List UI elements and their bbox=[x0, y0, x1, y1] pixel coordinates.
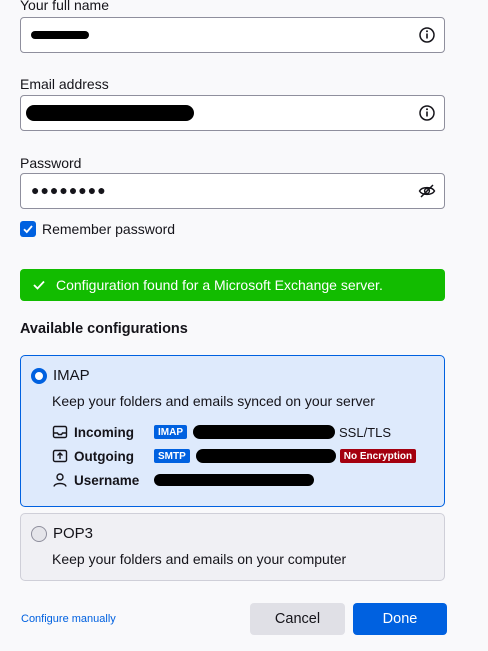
full-name-input[interactable] bbox=[20, 17, 445, 53]
done-button[interactable]: Done bbox=[353, 603, 447, 635]
redacted-incoming-server bbox=[193, 425, 335, 439]
account-setup-form: Your full name Email address Password ●●… bbox=[0, 0, 488, 651]
outgoing-protocol-badge: SMTP bbox=[154, 449, 190, 463]
full-name-label: Your full name bbox=[20, 0, 109, 13]
inbox-icon bbox=[52, 425, 68, 439]
cancel-button[interactable]: Cancel bbox=[250, 603, 345, 635]
incoming-security: SSL/TLS bbox=[339, 424, 392, 440]
outbox-icon bbox=[52, 449, 68, 463]
remember-password-checkbox[interactable] bbox=[20, 221, 36, 237]
config-option-imap[interactable]: IMAP Keep your folders and emails synced… bbox=[20, 355, 445, 507]
status-success-bar: Configuration found for a Microsoft Exch… bbox=[20, 269, 445, 301]
incoming-protocol-badge: IMAP bbox=[154, 425, 187, 439]
incoming-row: Incoming IMAP SSL/TLS bbox=[52, 422, 391, 442]
outgoing-row: Outgoing SMTP No Encryption bbox=[52, 446, 417, 466]
pop3-title: POP3 bbox=[53, 525, 94, 542]
incoming-label: Incoming bbox=[74, 424, 134, 440]
imap-radio[interactable] bbox=[31, 368, 47, 384]
no-encryption-badge: No Encryption bbox=[339, 449, 417, 463]
username-label: Username bbox=[74, 472, 140, 488]
user-icon bbox=[53, 473, 67, 487]
password-label: Password bbox=[20, 155, 82, 171]
config-option-pop3[interactable]: POP3 Keep your folders and emails on you… bbox=[20, 513, 445, 581]
pop3-radio[interactable] bbox=[31, 526, 47, 542]
available-configurations-title: Available configurations bbox=[20, 321, 188, 337]
checkmark-icon bbox=[23, 225, 33, 234]
email-input[interactable] bbox=[20, 95, 445, 131]
imap-description: Keep your folders and emails synced on y… bbox=[52, 393, 375, 409]
checkmark-icon bbox=[33, 280, 45, 290]
password-value: ●●●●●●●● bbox=[31, 182, 107, 198]
redacted-email bbox=[26, 105, 194, 121]
imap-title: IMAP bbox=[53, 367, 90, 384]
configure-manually-link[interactable]: Configure manually bbox=[21, 613, 116, 625]
remember-password-label: Remember password bbox=[42, 221, 176, 237]
info-icon[interactable] bbox=[418, 26, 436, 44]
eye-slash-icon[interactable] bbox=[418, 182, 436, 200]
redacted-username bbox=[154, 474, 314, 486]
email-label: Email address bbox=[20, 76, 109, 92]
remember-password-row[interactable]: Remember password bbox=[20, 220, 175, 238]
username-row: Username bbox=[52, 470, 314, 490]
redacted-outgoing-server bbox=[195, 449, 336, 463]
status-message: Configuration found for a Microsoft Exch… bbox=[56, 277, 383, 293]
password-input[interactable]: ●●●●●●●● bbox=[20, 173, 445, 209]
pop3-description: Keep your folders and emails on your com… bbox=[52, 551, 347, 567]
outgoing-label: Outgoing bbox=[74, 448, 134, 464]
info-icon[interactable] bbox=[418, 104, 436, 122]
redacted-name bbox=[31, 31, 89, 39]
